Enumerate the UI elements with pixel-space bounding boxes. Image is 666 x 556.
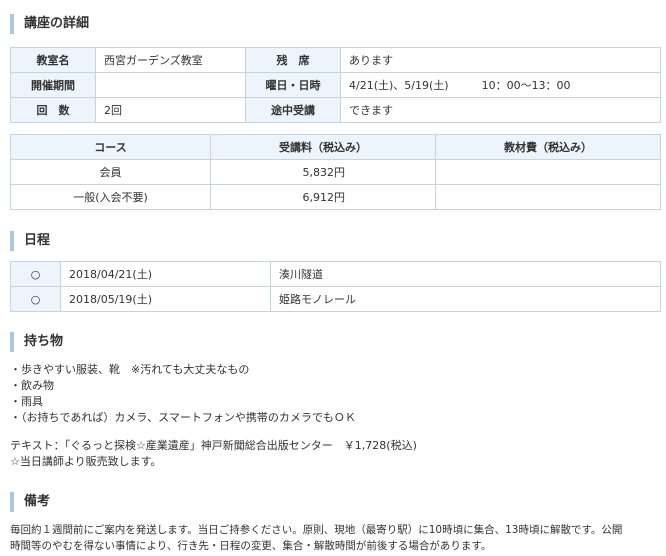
label-classroom: 教室名	[10, 47, 96, 73]
schedule-row: ○ 2018/05/19(土) 姫路モノレール	[10, 286, 661, 312]
textbook-info: テキスト：「ぐるっと探検☆産業遺産」神戸新聞総合出版センター ￥1,728(税込…	[10, 439, 417, 452]
page: 講座の詳細 教室名 西宮ガーデンズ教室 残 席 あります 開催期間 曜日・日時 …	[0, 0, 666, 556]
schedule-date: 2018/05/19(土)	[60, 286, 271, 312]
label-midway: 途中受講	[245, 97, 341, 123]
textbook-sale-note: ☆当日講師より販売致します。	[10, 455, 162, 468]
fee-table: コース 受講料（税込み） 教材費（税込み） 会員 5,832円 一般(入会不要)…	[10, 134, 661, 210]
fee-header-tuition: 受講料（税込み）	[210, 134, 436, 160]
section-heading-notes: 備考	[10, 492, 660, 512]
value-midway: できます	[340, 97, 661, 123]
fee-course: 一般(入会不要)	[10, 184, 211, 210]
notes-content: 毎回約１週間前にご案内を発送します。当日ご持参ください。原則、現地（最寄り駅）に…	[10, 522, 660, 554]
value-classroom: 西宮ガーデンズ教室	[95, 47, 246, 73]
schedule-date: 2018/04/21(土)	[60, 261, 271, 287]
details-row: 教室名 西宮ガーデンズ教室 残 席 あります	[10, 47, 661, 73]
fee-tuition: 6,912円	[210, 184, 436, 210]
details-table: 教室名 西宮ガーデンズ教室 残 席 あります 開催期間 曜日・日時 4/21(土…	[10, 47, 661, 123]
fee-header-course: コース	[10, 134, 211, 160]
belongings-item: ・飲み物	[10, 379, 54, 392]
fee-tuition: 5,832円	[210, 159, 436, 185]
belongings-item: ・雨具	[10, 395, 43, 408]
schedule-place: 姫路モノレール	[270, 286, 661, 312]
label-day-time: 曜日・日時	[245, 72, 341, 98]
schedule-mark: ○	[10, 286, 61, 312]
details-row: 回 数 2回 途中受講 できます	[10, 97, 661, 123]
label-count: 回 数	[10, 97, 96, 123]
value-day-time: 4/21(土)、5/19(土) 10：00〜13：00	[340, 72, 661, 98]
section-heading-details: 講座の詳細	[10, 14, 660, 34]
label-seats: 残 席	[245, 47, 341, 73]
label-period: 開催期間	[10, 72, 96, 98]
value-period	[95, 72, 246, 98]
notes-line: 毎回約１週間前にご案内を発送します。当日ご持参ください。原則、現地（最寄り駅）に…	[10, 524, 623, 536]
section-heading-schedule: 日程	[10, 231, 660, 251]
value-count: 2回	[95, 97, 246, 123]
fee-header-row: コース 受講料（税込み） 教材費（税込み）	[10, 134, 661, 160]
section-heading-belongings: 持ち物	[10, 332, 660, 352]
belongings-content: ・歩きやすい服装、靴 ※汚れても大丈夫なもの ・飲み物 ・雨具 ・（お持ちであれ…	[10, 362, 660, 470]
schedule-mark: ○	[10, 261, 61, 287]
fee-material	[435, 159, 661, 185]
schedule-row: ○ 2018/04/21(土) 湊川隧道	[10, 261, 661, 287]
belongings-item: ・歩きやすい服装、靴 ※汚れても大丈夫なもの	[10, 363, 250, 376]
notes-line: 時間等のやむを得ない事情により、行き先・日程の変更、集合・解散時間が前後する場合…	[10, 540, 492, 552]
fee-row: 会員 5,832円	[10, 159, 661, 185]
fee-header-material: 教材費（税込み）	[435, 134, 661, 160]
fee-course: 会員	[10, 159, 211, 185]
value-seats: あります	[340, 47, 661, 73]
details-row: 開催期間 曜日・日時 4/21(土)、5/19(土) 10：00〜13：00	[10, 72, 661, 98]
schedule-table: ○ 2018/04/21(土) 湊川隧道 ○ 2018/05/19(土) 姫路モ…	[10, 261, 661, 312]
fee-material	[435, 184, 661, 210]
schedule-place: 湊川隧道	[270, 261, 661, 287]
fee-row: 一般(入会不要) 6,912円	[10, 184, 661, 210]
belongings-item: ・（お持ちであれば）カメラ、スマートフォンや携帯のカメラでもＯＫ	[10, 411, 356, 424]
